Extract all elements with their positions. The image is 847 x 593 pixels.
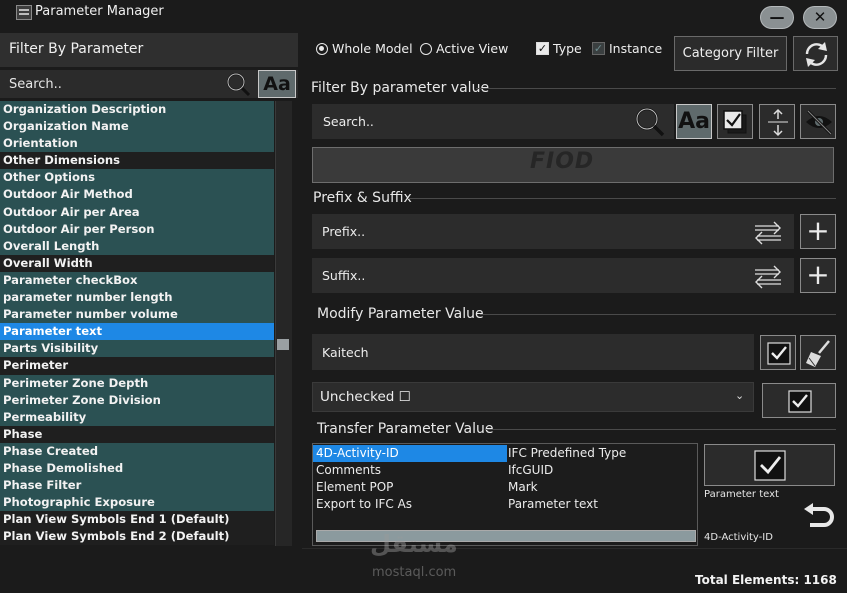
swap-arrows-icon[interactable] (752, 218, 784, 246)
parameter-row[interactable]: Perimeter Zone Depth (0, 374, 274, 392)
transfer-column-2[interactable]: IFC Predefined Type IfcGUID Mark Parameter … (505, 445, 695, 513)
apply-value-button[interactable] (760, 335, 796, 370)
value-case-sensitive-button[interactable]: Aa (676, 104, 712, 139)
search-icon[interactable] (224, 70, 252, 98)
transfer-list-item[interactable]: IFC Predefined Type (505, 445, 695, 462)
section-divider (476, 88, 836, 89)
parameter-row[interactable]: Phase (0, 425, 274, 443)
prefix-input[interactable] (312, 214, 794, 249)
parameter-row[interactable]: Other Options (0, 169, 274, 187)
fiod-logo: FIOD (530, 149, 595, 174)
sort-arrows-icon (768, 108, 788, 137)
refresh-icon (805, 42, 828, 67)
active-view-label[interactable]: Active View (436, 41, 508, 56)
instance-label[interactable]: Instance (609, 41, 662, 56)
parameter-row[interactable]: Other Dimensions (0, 152, 274, 170)
checkmark-icon (788, 390, 812, 413)
transfer-list-item[interactable]: Comments (313, 462, 507, 479)
transfer-list-item[interactable]: Export to IFC As (313, 496, 507, 513)
active-view-radio[interactable] (420, 43, 432, 55)
parameter-row[interactable]: Photographic Exposure (0, 494, 274, 512)
type-checkbox[interactable]: ✓ (536, 42, 549, 55)
parameter-list-scrollbar[interactable] (275, 101, 292, 546)
close-button[interactable]: ✕ (803, 6, 837, 29)
parameter-row[interactable]: Outdoor Air per Area (0, 203, 274, 221)
checkmark-icon (754, 450, 786, 481)
section-divider (480, 314, 836, 315)
parameter-row[interactable]: Plan View Symbols End 2 (Default) (0, 528, 274, 546)
app-icon (16, 5, 32, 20)
parameter-row[interactable]: parameter number length (0, 289, 274, 307)
value-search-icon[interactable] (632, 104, 668, 139)
transfer-list-item[interactable]: Element POP (313, 479, 507, 496)
undo-icon[interactable] (800, 502, 834, 532)
watermark-url: mostaql.com (372, 565, 457, 580)
chevron-down-icon[interactable]: ⌄ (735, 389, 744, 402)
broom-icon (806, 340, 830, 367)
parameter-row[interactable]: Perimeter (0, 357, 274, 375)
case-sensitive-button[interactable]: Aa (258, 70, 296, 98)
window-title: Parameter Manager (35, 4, 164, 19)
checkbox-stack-icon (723, 110, 747, 134)
checkmark-icon (767, 342, 791, 365)
transfer-parameter-label: Transfer Parameter Value (317, 421, 494, 437)
parameter-list[interactable]: Organization Description Organization Nam… (0, 101, 274, 546)
section-divider (486, 429, 836, 430)
parameter-row[interactable]: Phase Created (0, 442, 274, 460)
hide-toggle-button[interactable] (800, 104, 836, 139)
transfer-list-item[interactable]: IfcGUID (505, 462, 695, 479)
clear-value-button[interactable] (800, 335, 836, 370)
parameter-row[interactable]: Parts Visibility (0, 340, 274, 358)
parameter-row[interactable]: Overall Width (0, 254, 274, 272)
parameter-row[interactable]: Outdoor Air Method (0, 186, 274, 204)
minimize-button[interactable]: — (760, 6, 794, 29)
modify-parameter-label: Modify Parameter Value (317, 306, 484, 322)
selected-parameter-row[interactable]: Parameter text (0, 323, 274, 341)
parameter-row[interactable]: Overall Length (0, 237, 274, 255)
modify-value-input[interactable] (312, 334, 754, 370)
transfer-list-item[interactable]: 4D-Activity-ID (313, 445, 507, 462)
parameter-row[interactable]: Parameter number volume (0, 306, 274, 324)
transfer-list-item[interactable]: Parameter text (505, 496, 695, 513)
category-filter-button[interactable]: Category Filter (674, 36, 787, 71)
add-suffix-button[interactable]: + (800, 258, 836, 293)
scrollbar-thumb[interactable] (277, 339, 289, 350)
parameter-row[interactable]: Parameter checkBox (0, 271, 274, 290)
transfer-apply-button[interactable] (704, 444, 835, 486)
parameter-search-input[interactable] (0, 70, 224, 98)
parameter-row[interactable]: Organization Description (0, 101, 274, 119)
type-label[interactable]: Type (553, 41, 582, 56)
instance-checkbox[interactable]: ✓ (592, 42, 605, 55)
parameter-row[interactable]: Organization Name (0, 118, 274, 136)
checkbox-state-select[interactable]: Unchecked ☐ (312, 382, 754, 412)
parameter-row[interactable]: Phase Filter (0, 477, 274, 495)
refresh-button[interactable] (793, 36, 838, 71)
parameter-row[interactable]: Plan View Symbols End 1 (Default) (0, 511, 274, 529)
transfer-source-label: Parameter text (704, 489, 779, 500)
add-prefix-button[interactable]: + (800, 214, 836, 249)
parameter-row[interactable]: Orientation (0, 135, 274, 153)
parameter-row[interactable]: Perimeter Zone Division (0, 391, 274, 409)
transfer-target-label: 4D-Activity-ID (704, 532, 773, 543)
parameter-row[interactable]: Phase Demolished (0, 459, 274, 478)
filter-by-value-label: Filter By parameter value (311, 80, 490, 96)
parameter-row[interactable]: Outdoor Air per Person (0, 220, 274, 238)
transfer-column-1[interactable]: 4D-Activity-ID Comments Element POP Export … (313, 445, 507, 513)
whole-model-radio[interactable] (316, 43, 328, 55)
value-search-input[interactable] (312, 104, 674, 139)
transfer-list-item[interactable]: Mark (505, 479, 695, 496)
sort-button[interactable] (759, 104, 795, 139)
section-divider (408, 198, 836, 199)
suffix-input[interactable] (312, 258, 794, 293)
filter-by-parameter-label: Filter By Parameter (9, 41, 144, 57)
parameter-row[interactable]: Permeability (0, 408, 274, 426)
whole-model-label[interactable]: Whole Model (332, 41, 413, 56)
eye-off-icon (806, 109, 833, 136)
select-all-button[interactable] (717, 104, 753, 139)
total-elements-count: Total Elements: 1168 (695, 573, 837, 587)
watermark-logo: مستقل (370, 530, 458, 558)
prefix-suffix-label: Prefix & Suffix (313, 190, 412, 206)
swap-arrows-icon[interactable] (752, 262, 784, 290)
apply-state-button[interactable] (762, 383, 836, 418)
